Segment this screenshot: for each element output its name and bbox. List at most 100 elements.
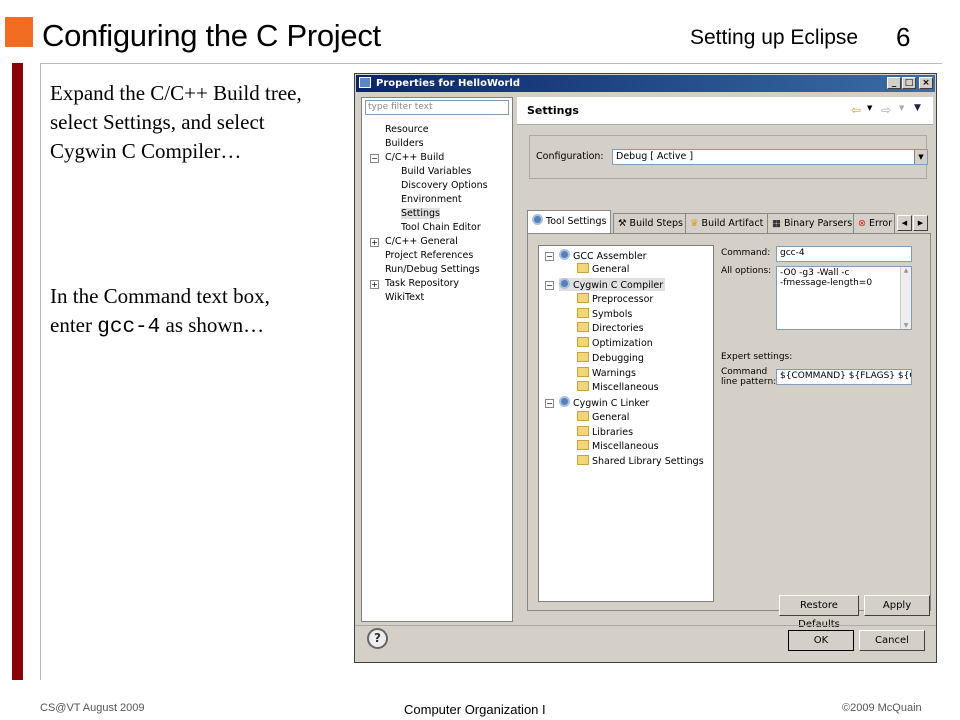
restore-defaults-button[interactable]: Restore Defaults — [779, 595, 859, 630]
tree-item-tool-chain-editor[interactable]: Tool Chain Editor — [401, 222, 481, 233]
tree-item-project-references[interactable]: Project References — [385, 250, 473, 261]
opt-gcc-assembler[interactable]: GCC Assembler — [559, 249, 647, 262]
tree-item-wikitext[interactable]: WikiText — [385, 292, 424, 303]
title-accent-square — [5, 17, 33, 47]
instruction-text-2: In the Command text box, enter gcc-4 as … — [50, 284, 270, 339]
minimize-button[interactable]: _ — [887, 77, 901, 89]
tree-item-cpp-general[interactable]: C/C++ General — [385, 236, 458, 247]
opt-cygwin-c-linker[interactable]: Cygwin C Linker — [559, 396, 649, 409]
opt-cygwin-c-compiler[interactable]: Cygwin C Compiler — [559, 278, 666, 291]
configuration-group: Configuration: Debug [ Active ] ▼ — [529, 135, 928, 179]
dialog-titlebar[interactable]: Properties for HelloWorld — [356, 75, 935, 92]
cancel-button[interactable]: Cancel — [859, 630, 925, 651]
instruction-text-1: Expand the C/C++ Build tree, select Sett… — [50, 81, 302, 163]
tree-item-builders[interactable]: Builders — [385, 138, 424, 149]
binary-icon: ▦ — [772, 218, 784, 229]
option-category-icon — [577, 426, 589, 436]
back-dropdown-icon[interactable]: ▼ — [867, 104, 872, 112]
tree-item-settings[interactable]: Settings — [401, 208, 440, 219]
view-menu-icon[interactable]: ▼ — [914, 103, 921, 113]
back-arrow-icon[interactable]: ⇦ — [851, 103, 861, 117]
footer-center: Computer Organization I — [404, 702, 546, 717]
tree-item-resource[interactable]: Resource — [385, 124, 429, 135]
expand-icon[interactable]: + — [370, 238, 379, 247]
option-category-icon — [577, 440, 589, 450]
filter-input[interactable]: type filter text — [365, 100, 509, 115]
opt-linker-miscellaneous[interactable]: Miscellaneous — [577, 440, 659, 452]
opt-warnings[interactable]: Warnings — [577, 367, 636, 379]
option-category-icon — [577, 352, 589, 362]
tab-binary-parsers[interactable]: ▦ Binary Parsers — [767, 213, 858, 234]
tab-error-parsers[interactable]: ⊗ Error — [853, 213, 895, 234]
forward-arrow-icon[interactable]: ⇨ — [881, 103, 891, 117]
tab-build-steps[interactable]: ⚒ Build Steps — [613, 213, 688, 234]
option-category-icon — [577, 322, 589, 332]
window-icon — [359, 77, 371, 88]
tree-item-environment[interactable]: Environment — [401, 194, 462, 205]
configuration-label: Configuration: — [536, 151, 604, 162]
tab-scroll-right-button[interactable]: ▶ — [913, 215, 928, 231]
opt-compiler-miscellaneous[interactable]: Miscellaneous — [577, 381, 659, 393]
configuration-select[interactable]: Debug [ Active ] ▼ — [612, 149, 928, 165]
gear-icon — [532, 214, 543, 225]
tool-options-tree: − GCC Assembler General − Cygwin C Compi… — [538, 245, 714, 602]
opt-directories[interactable]: Directories — [577, 322, 644, 334]
slide-subtitle: Setting up Eclipse — [690, 26, 859, 49]
tree-item-task-repository[interactable]: Task Repository — [385, 278, 459, 289]
collapse-icon[interactable]: − — [545, 281, 554, 290]
settings-pane: Settings ⇦ ▼ ⇨ ▼ ▼ Configuration: Debug … — [517, 97, 933, 630]
option-category-icon — [577, 293, 589, 303]
expand-icon[interactable]: + — [370, 280, 379, 289]
left-accent-bar — [12, 63, 23, 680]
collapse-icon[interactable]: − — [370, 154, 379, 163]
hammer-icon: ⚒ — [618, 218, 630, 229]
gear-icon — [559, 396, 570, 407]
option-category-icon — [577, 411, 589, 421]
opt-assembler-general[interactable]: General — [577, 263, 629, 275]
properties-dialog: Properties for HelloWorld _ □ × type fil… — [354, 73, 937, 663]
tree-item-build-variables[interactable]: Build Variables — [401, 166, 471, 177]
collapse-icon[interactable]: − — [545, 399, 554, 408]
tab-build-artifact[interactable]: ♛ Build Artifact — [685, 213, 769, 234]
opt-debugging[interactable]: Debugging — [577, 352, 644, 364]
footer-right: ©2009 McQuain — [842, 702, 922, 714]
tree-item-discovery-options[interactable]: Discovery Options — [401, 180, 488, 191]
tool-settings-panel: − GCC Assembler General − Cygwin C Compi… — [527, 233, 931, 611]
option-category-icon — [577, 337, 589, 347]
slide-title: Configuring the C Project — [42, 18, 381, 53]
options-scrollbar[interactable]: ▲ ▼ — [900, 267, 911, 329]
option-category-icon — [577, 367, 589, 377]
forward-dropdown-icon[interactable]: ▼ — [899, 104, 904, 112]
tab-scroll-left-button[interactable]: ◀ — [897, 215, 912, 231]
close-button[interactable]: × — [919, 77, 933, 89]
opt-optimization[interactable]: Optimization — [577, 337, 653, 349]
opt-libraries[interactable]: Libraries — [577, 426, 633, 438]
apply-button[interactable]: Apply — [864, 595, 930, 616]
opt-shared-library-settings[interactable]: Shared Library Settings — [577, 455, 704, 467]
opt-symbols[interactable]: Symbols — [577, 308, 632, 320]
footer-left: CS@VT August 2009 — [40, 702, 145, 714]
slide-number: 6 — [896, 22, 911, 52]
tree-item-cpp-build[interactable]: C/C++ Build — [385, 152, 444, 163]
option-category-icon — [577, 455, 589, 465]
command-label: Command: — [721, 248, 771, 258]
error-icon: ⊗ — [858, 218, 869, 229]
help-icon[interactable]: ? — [367, 628, 388, 649]
tree-item-run-debug-settings[interactable]: Run/Debug Settings — [385, 264, 480, 275]
tab-tool-settings[interactable]: Tool Settings — [527, 210, 612, 234]
expert-settings-label: Expert settings: — [721, 352, 793, 362]
ok-button[interactable]: OK — [788, 630, 854, 651]
opt-linker-general[interactable]: General — [577, 411, 629, 423]
option-category-icon — [577, 308, 589, 318]
option-category-icon — [577, 381, 589, 391]
gear-icon — [559, 278, 570, 289]
gear-icon — [559, 249, 570, 260]
all-options-textarea[interactable]: -O0 -g3 -Wall -c -fmessage-length=0 ▲ ▼ — [776, 266, 912, 330]
command-input[interactable]: gcc-4 — [776, 246, 912, 262]
command-line-pattern-label: Command line pattern: — [721, 367, 777, 387]
command-line-pattern-input[interactable]: ${COMMAND} ${FLAGS} ${OU — [776, 369, 912, 385]
maximize-button[interactable]: □ — [902, 77, 916, 89]
dialog-separator — [355, 625, 936, 626]
collapse-icon[interactable]: − — [545, 252, 554, 261]
opt-preprocessor[interactable]: Preprocessor — [577, 293, 653, 305]
